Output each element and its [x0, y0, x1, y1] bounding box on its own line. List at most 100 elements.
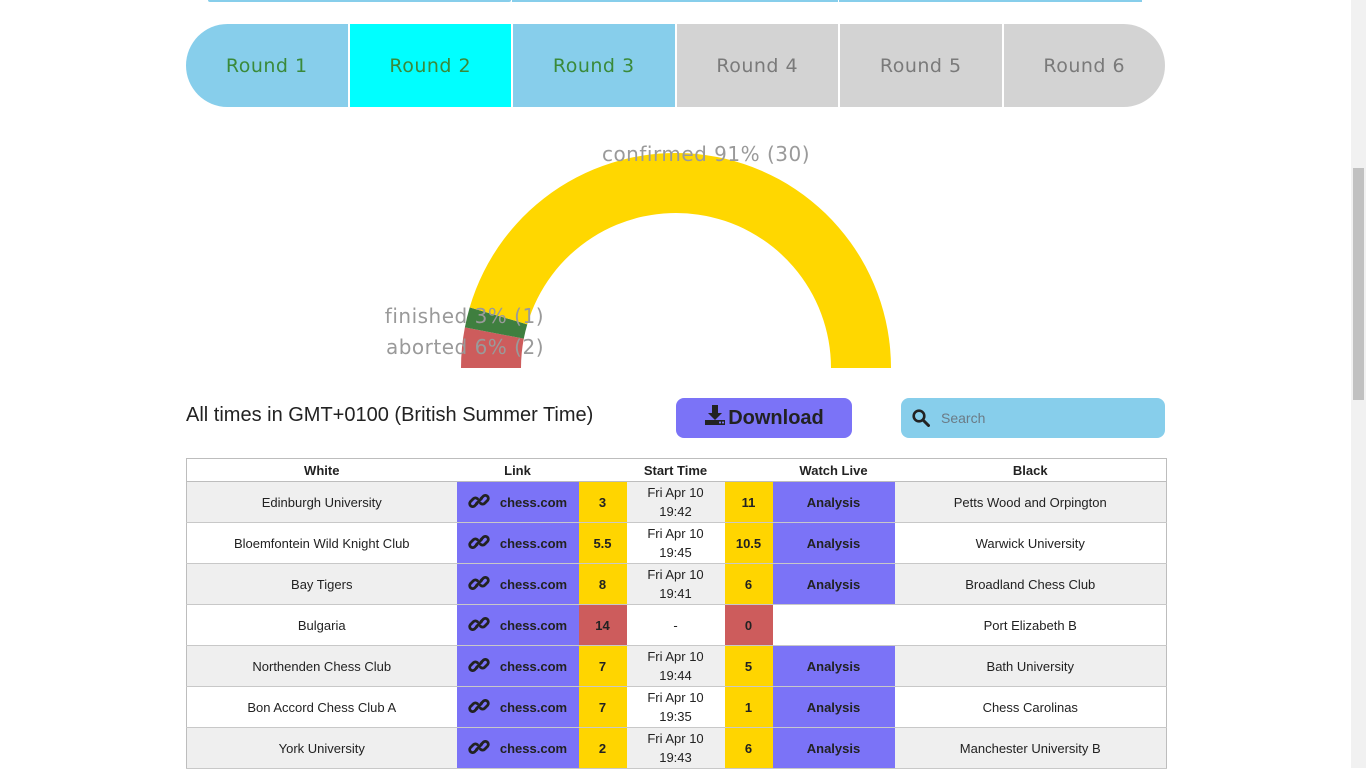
- header-black: Black: [894, 458, 1167, 482]
- game-link[interactable]: chess.com: [456, 686, 579, 728]
- search-input[interactable]: [941, 410, 1151, 426]
- white-score: 7: [578, 645, 627, 687]
- watch-analysis-button[interactable]: Analysis: [772, 563, 895, 605]
- download-button[interactable]: Download: [676, 398, 852, 438]
- link-icon: [468, 572, 490, 597]
- game-link-label: chess.com: [499, 658, 568, 674]
- game-link-label: chess.com: [499, 699, 568, 715]
- start-time: 19:43: [659, 750, 692, 765]
- scrollbar[interactable]: [1351, 0, 1366, 768]
- white-score: 7: [578, 686, 627, 728]
- gauge-label-finished: finished 3% (1): [385, 304, 544, 328]
- watch-analysis-button[interactable]: Analysis: [772, 727, 895, 769]
- header-watch-live: Watch Live: [772, 458, 895, 482]
- table-header-row: White Link Start Time Watch Live Black: [186, 458, 1167, 482]
- previous-tab-strip: [839, 0, 1142, 2]
- tab-round-2[interactable]: Round 2: [349, 24, 513, 107]
- header-link: Link: [456, 458, 579, 482]
- game-link[interactable]: chess.com: [456, 727, 579, 769]
- gauge-label-confirmed: confirmed 91% (30): [602, 142, 810, 166]
- watch-analysis-button[interactable]: Analysis: [772, 522, 895, 564]
- header-white-score: [578, 458, 627, 482]
- tab-round-1[interactable]: Round 1: [186, 24, 350, 107]
- header-black-score: [724, 458, 773, 482]
- table-row: Bloemfontein Wild Knight Club chess.com 5.…: [186, 522, 1167, 564]
- start-time-cell: Fri Apr 10 19:44: [626, 645, 725, 687]
- game-link[interactable]: chess.com: [456, 563, 579, 605]
- link-icon: [468, 490, 490, 515]
- start-date: Fri Apr 10: [647, 731, 704, 746]
- black-team: Petts Wood and Orpington: [894, 481, 1167, 523]
- start-time: 19:42: [659, 504, 692, 519]
- start-date: Fri Apr 10: [647, 649, 704, 664]
- tab-round-6[interactable]: Round 6: [1003, 24, 1165, 107]
- white-team: Northenden Chess Club: [186, 645, 457, 687]
- black-team: Port Elizabeth B: [894, 604, 1167, 646]
- watch-analysis-button[interactable]: Analysis: [772, 645, 895, 687]
- game-link-label: chess.com: [499, 535, 568, 551]
- white-team: Bulgaria: [186, 604, 457, 646]
- white-team: York University: [186, 727, 457, 769]
- scrollbar-thumb[interactable]: [1353, 168, 1364, 400]
- start-date: Fri Apr 10: [647, 690, 704, 705]
- black-score: 0: [724, 604, 773, 646]
- start-time-cell: Fri Apr 10 19:42: [626, 481, 725, 523]
- search-icon: [901, 409, 941, 427]
- tab-round-5[interactable]: Round 5: [840, 24, 1004, 107]
- black-team: Warwick University: [894, 522, 1167, 564]
- timezone-note: All times in GMT+0100 (British Summer Ti…: [186, 404, 594, 426]
- start-time: 19:41: [659, 586, 692, 601]
- table-row: York University chess.com 2 Fri Apr 10 19:43…: [186, 727, 1167, 769]
- header-white: White: [186, 458, 457, 482]
- start-date: Fri Apr 10: [647, 567, 704, 582]
- black-score: 11: [724, 481, 773, 523]
- previous-tab-strip: [512, 0, 838, 2]
- link-icon: [468, 531, 490, 556]
- watch-empty-cell: [772, 604, 895, 646]
- white-score: 3: [578, 481, 627, 523]
- black-score: 6: [724, 727, 773, 769]
- link-icon: [468, 654, 490, 679]
- start-time-cell: Fri Apr 10 19:45: [626, 522, 725, 564]
- link-icon: [468, 613, 490, 638]
- game-link[interactable]: chess.com: [456, 522, 579, 564]
- black-team: Manchester University B: [894, 727, 1167, 769]
- download-icon: [704, 404, 726, 432]
- tab-round-4[interactable]: Round 4: [676, 24, 840, 107]
- game-link[interactable]: chess.com: [456, 481, 579, 523]
- start-time-cell: Fri Apr 10 19:41: [626, 563, 725, 605]
- game-link[interactable]: chess.com: [456, 604, 579, 646]
- table-row: Edinburgh University chess.com 3 Fri Apr 10…: [186, 481, 1167, 523]
- white-team: Bay Tigers: [186, 563, 457, 605]
- start-time-cell: Fri Apr 10 19:35: [626, 686, 725, 728]
- game-status-gauge: confirmed 91% (30) finished 3% (1) abort…: [385, 142, 891, 368]
- link-icon: [468, 736, 490, 761]
- watch-analysis-button[interactable]: Analysis: [772, 686, 895, 728]
- previous-tab-strip: [208, 0, 511, 2]
- black-team: Chess Carolinas: [894, 686, 1167, 728]
- white-score: 8: [578, 563, 627, 605]
- game-link-label: chess.com: [499, 494, 568, 510]
- black-team: Bath University: [894, 645, 1167, 687]
- tab-round-3[interactable]: Round 3: [513, 24, 677, 107]
- gauge-label-aborted: aborted 6% (2): [386, 335, 544, 359]
- black-score: 1: [724, 686, 773, 728]
- link-icon: [468, 695, 490, 720]
- search-field: [901, 398, 1165, 438]
- start-time-cell: Fri Apr 10 19:43: [626, 727, 725, 769]
- start-time: 19:35: [659, 709, 692, 724]
- white-team: Bloemfontein Wild Knight Club: [186, 522, 457, 564]
- white-score: 14: [578, 604, 627, 646]
- black-score: 10.5: [724, 522, 773, 564]
- start-time: 19:45: [659, 545, 692, 560]
- black-score: 5: [724, 645, 773, 687]
- table-row: Northenden Chess Club chess.com 7 Fri Apr 1…: [186, 645, 1167, 687]
- white-score: 2: [578, 727, 627, 769]
- games-table: White Link Start Time Watch Live Black E…: [186, 458, 1167, 769]
- header-start-time: Start Time: [626, 458, 725, 482]
- game-link[interactable]: chess.com: [456, 645, 579, 687]
- start-time-cell: -: [626, 604, 725, 646]
- watch-analysis-button[interactable]: Analysis: [772, 481, 895, 523]
- black-team: Broadland Chess Club: [894, 563, 1167, 605]
- start-date: Fri Apr 10: [647, 485, 704, 500]
